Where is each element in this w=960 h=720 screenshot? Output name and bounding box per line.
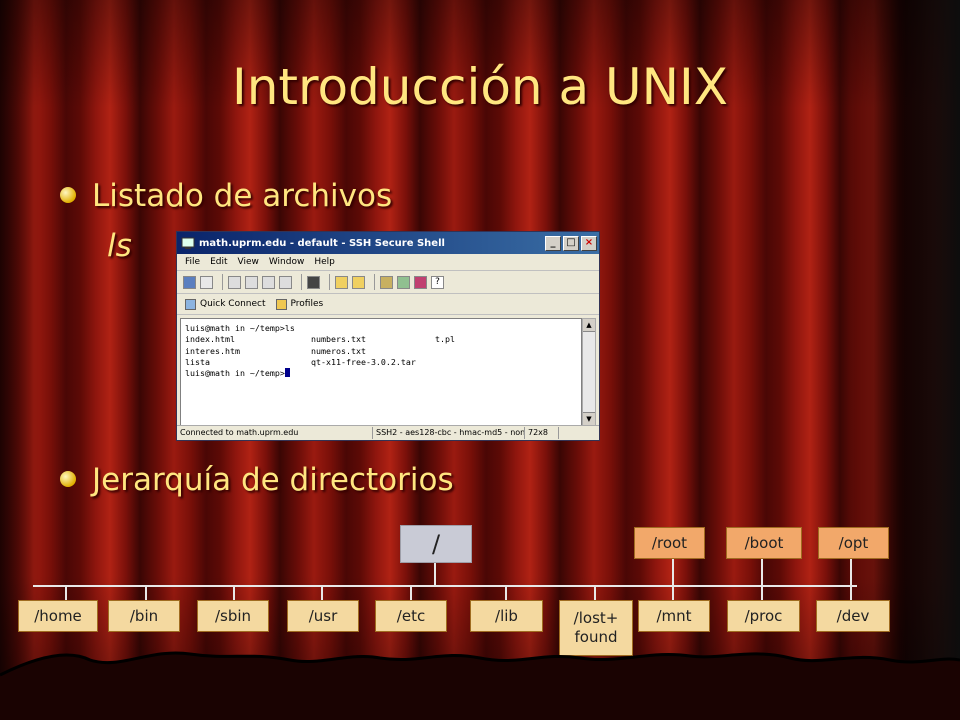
status-size: 72x8 [525, 427, 559, 439]
tree-connector [233, 586, 235, 600]
tree-horizontal-line [33, 585, 857, 587]
dir-root: / [400, 525, 472, 563]
bullet-label: Jerarquía de directorios [92, 462, 454, 498]
ssh-window-titlebar: math.uprm.edu - default - SSH Secure She… [177, 232, 599, 254]
ssh-window: math.uprm.edu - default - SSH Secure She… [176, 231, 600, 441]
keys-icon[interactable] [397, 275, 410, 289]
paste-file-icon[interactable] [279, 275, 292, 289]
tree-connector [850, 586, 852, 600]
terminal-cursor [284, 368, 290, 378]
cut-icon[interactable] [228, 275, 241, 289]
scroll-up-icon[interactable]: ▲ [583, 319, 595, 332]
terminal-line: interes.htm numeros.txt [185, 346, 577, 357]
terminal-line: luis@math in ~/temp>ls [185, 323, 295, 333]
stage-curtain-bottom [0, 651, 960, 720]
menu-view[interactable]: View [238, 257, 259, 267]
save-icon[interactable] [183, 275, 196, 289]
terminal-line: luis@math in ~/temp> [185, 368, 577, 379]
terminal-scrollbar[interactable]: ▲ ▼ [582, 318, 596, 426]
profiles-folder-icon [275, 298, 287, 310]
dir-usr: /usr [287, 600, 359, 632]
dir-opt: /opt [818, 527, 889, 559]
profiles-button[interactable]: Profiles [275, 298, 324, 310]
maximize-button[interactable]: □ [563, 235, 579, 251]
quick-connect-icon [185, 298, 196, 310]
status-cipher: SSH2 - aes128-cbc - hmac-md5 - none [373, 427, 525, 439]
tree-connector [594, 586, 596, 600]
menu-window[interactable]: Window [269, 257, 305, 267]
bullet-label: Listado de archivos [92, 178, 393, 214]
terminal-file: numbers.txt [311, 334, 366, 345]
dir-mnt: /mnt [638, 600, 710, 632]
toolbar: ? [177, 271, 599, 294]
menu-bar: File Edit View Window Help [177, 254, 599, 271]
tree-connector [850, 559, 852, 586]
profiles-label: Profiles [290, 299, 324, 309]
tree-connector [145, 586, 147, 600]
minimize-button[interactable]: _ [545, 235, 561, 251]
toolbar-separator [301, 274, 302, 290]
dir-root-home: /root [634, 527, 705, 559]
toolbar-separator [329, 274, 330, 290]
copy-icon[interactable] [245, 275, 258, 289]
terminal-line: lista qt-x11-free-3.0.2.tar [185, 357, 577, 368]
ls-command-text: ls [107, 228, 132, 264]
terminal-file: qt-x11-free-3.0.2.tar [311, 356, 416, 367]
ssh-app-icon [181, 237, 195, 249]
terminal-area[interactable]: luis@math in ~/temp>ls index.html number… [180, 318, 582, 426]
tree-root-connector [434, 563, 436, 586]
scroll-down-icon[interactable]: ▼ [583, 412, 595, 425]
dir-bin: /bin [108, 600, 180, 632]
terminal-file: index.html [185, 334, 235, 345]
tree-connector [761, 586, 763, 600]
bullet-jerarquia: Jerarquía de directorios [60, 462, 454, 498]
dir-dev: /dev [816, 600, 890, 632]
toolbar-separator [374, 274, 375, 290]
terminal-prompt: luis@math in ~/temp> [185, 368, 285, 379]
dir-sbin: /sbin [197, 600, 269, 632]
bullet-listado: Listado de archivos [60, 178, 392, 214]
print-icon[interactable] [200, 275, 213, 289]
status-connection: Connected to math.uprm.edu [177, 427, 373, 439]
slide-title: Introducción a UNIX [231, 58, 729, 116]
help-book-icon[interactable] [414, 275, 427, 289]
menu-file[interactable]: File [185, 257, 200, 267]
tree-connector [672, 559, 674, 586]
dir-boot: /boot [726, 527, 802, 559]
tree-connector [761, 559, 763, 586]
close-button[interactable]: × [581, 235, 597, 251]
tree-connector [321, 586, 323, 600]
bullet-dot-icon [60, 470, 76, 487]
terminal-file: numeros.txt [311, 345, 366, 356]
menu-edit[interactable]: Edit [210, 257, 227, 267]
new-file-transfer-icon[interactable] [335, 275, 348, 289]
quick-connect-label: Quick Connect [200, 299, 266, 309]
dir-lib: /lib [470, 600, 543, 632]
whats-this-icon[interactable]: ? [431, 275, 444, 289]
quick-connect-button[interactable]: Quick Connect [185, 298, 266, 310]
tree-connector [65, 586, 67, 600]
tree-connector [672, 586, 674, 600]
find-binoculars-icon[interactable] [307, 275, 320, 289]
ssh-window-title: math.uprm.edu - default - SSH Secure She… [199, 237, 445, 249]
dir-proc: /proc [727, 600, 800, 632]
paste-icon[interactable] [262, 275, 275, 289]
terminal-file: t.pl [435, 334, 455, 345]
dir-etc: /etc [375, 600, 447, 632]
terminal-line: index.html numbers.txt t.pl [185, 334, 577, 345]
quick-toolbar: Quick Connect Profiles [177, 294, 599, 315]
status-bar: Connected to math.uprm.edu SSH2 - aes128… [177, 425, 599, 440]
toolbar-separator [222, 274, 223, 290]
file-transfer-icon[interactable] [352, 275, 365, 289]
settings-icon[interactable] [380, 275, 393, 289]
tree-connector [505, 586, 507, 600]
terminal-file: interes.htm [185, 345, 240, 356]
terminal-file: lista [185, 356, 210, 367]
tree-connector [410, 586, 412, 600]
bullet-dot-icon [60, 186, 76, 203]
dir-home: /home [18, 600, 98, 632]
menu-help[interactable]: Help [314, 257, 335, 267]
